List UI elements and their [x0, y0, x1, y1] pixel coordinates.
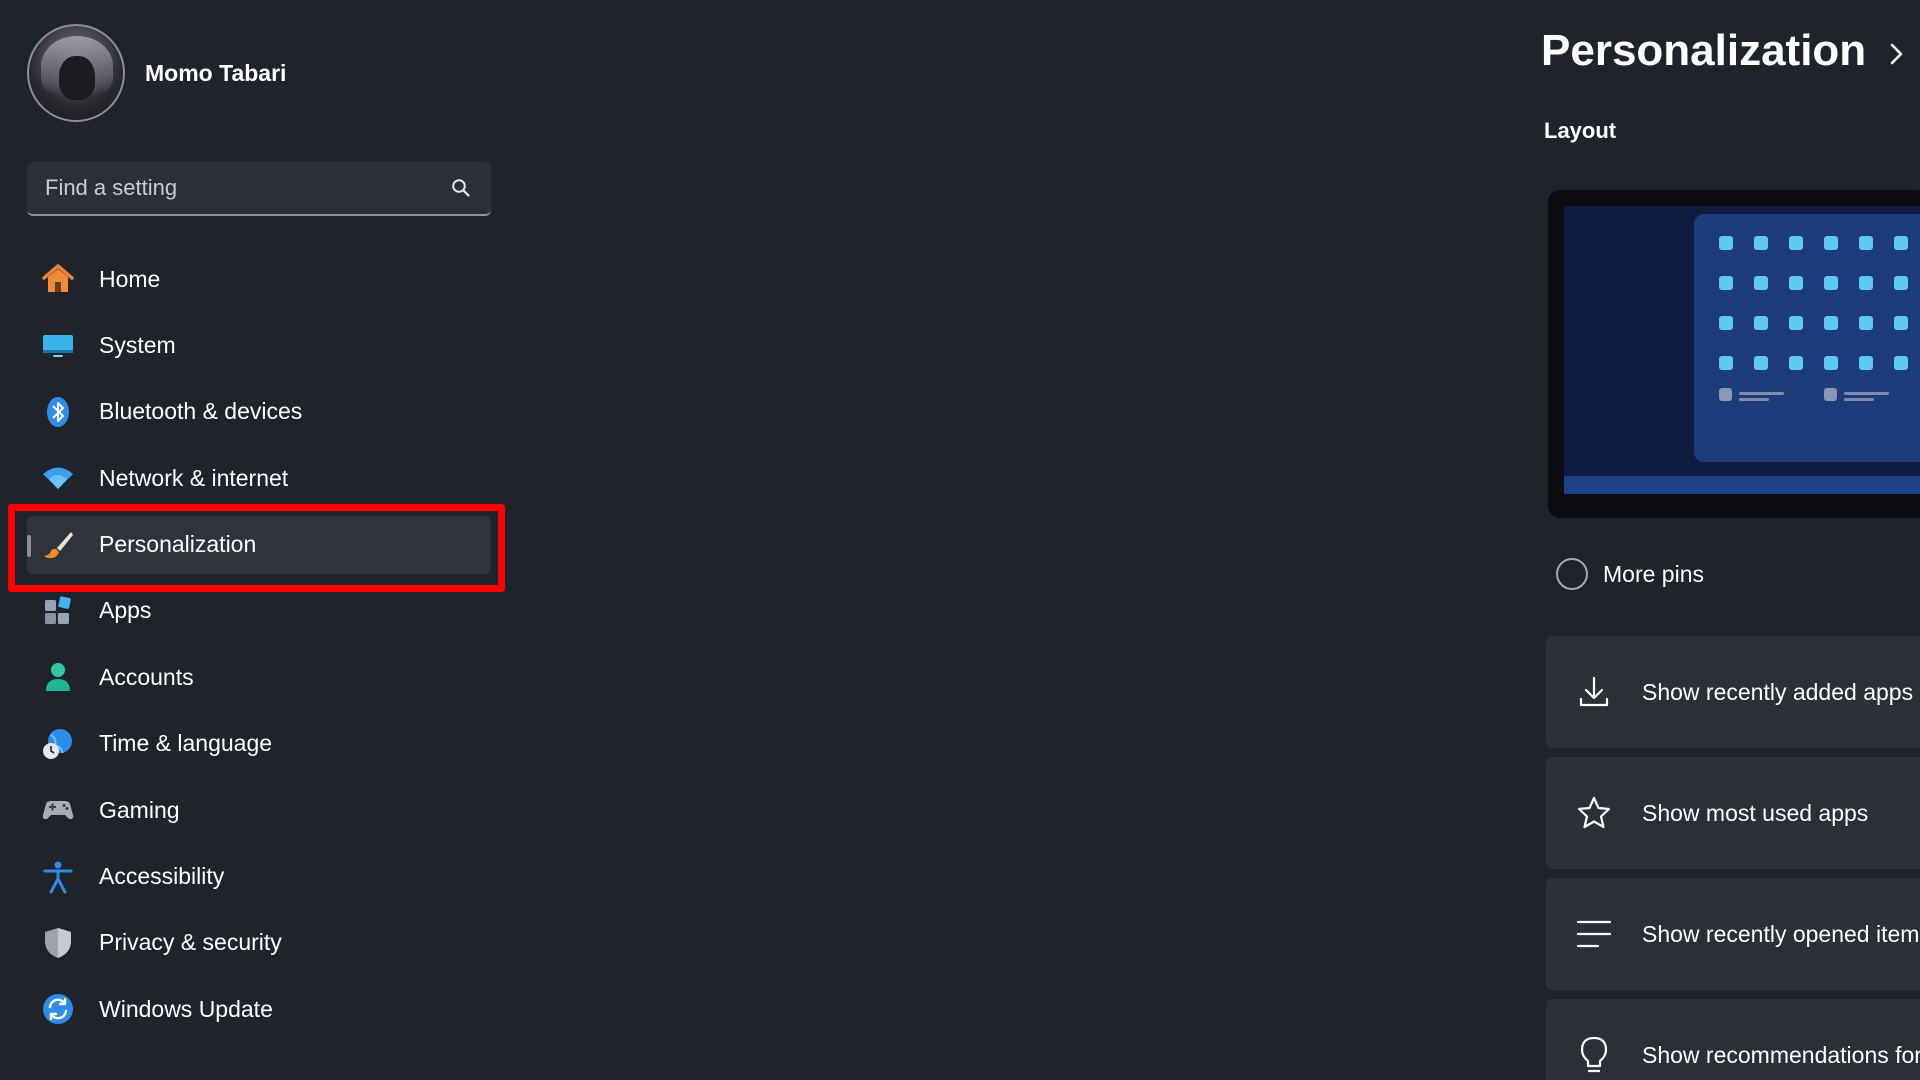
- preview-start-menu: [1694, 214, 1920, 462]
- globe-clock-icon: [41, 727, 75, 761]
- gamepad-icon: [41, 793, 75, 827]
- lightbulb-icon: [1574, 1035, 1614, 1075]
- sidebar-item-label: Personalization: [99, 531, 257, 558]
- sidebar-item-windows-update[interactable]: Windows Update: [27, 980, 491, 1038]
- sidebar-item-label: Accessibility: [99, 863, 225, 890]
- star-icon: [1574, 793, 1614, 833]
- download-icon: [1574, 672, 1614, 712]
- list-icon: [1574, 914, 1614, 954]
- search-box[interactable]: Find a setting: [27, 162, 491, 216]
- sidebar-nav: Home System Bluetooth & devices Network …: [27, 250, 491, 1047]
- preview-pin: [1859, 316, 1873, 330]
- preview-pin: [1719, 356, 1733, 370]
- home-icon: [41, 262, 75, 296]
- preview-recommended-line: [1844, 398, 1874, 401]
- sidebar-item-label: Accounts: [99, 663, 194, 690]
- preview-pin: [1859, 356, 1873, 370]
- apps-icon: [41, 594, 75, 628]
- search-input[interactable]: Find a setting: [45, 175, 177, 201]
- sidebar-item-label: Time & language: [99, 730, 273, 757]
- preview-pin: [1789, 236, 1803, 250]
- layout-option-more-pins[interactable]: More pins: [1556, 558, 1704, 590]
- radio-button[interactable]: [1556, 558, 1588, 590]
- sidebar-item-bluetooth[interactable]: Bluetooth & devices: [27, 383, 491, 441]
- sidebar-item-apps[interactable]: Apps: [27, 582, 491, 640]
- sidebar-item-label: Windows Update: [99, 995, 273, 1022]
- sidebar-item-system[interactable]: System: [27, 316, 491, 374]
- shield-icon: [41, 926, 75, 960]
- bluetooth-icon: [41, 395, 75, 429]
- setting-recently-added-apps[interactable]: Show recently added apps: [1546, 636, 1920, 748]
- preview-pin: [1754, 316, 1768, 330]
- page-title: Personalization: [1541, 26, 1867, 75]
- sidebar-item-privacy-security[interactable]: Privacy & security: [27, 914, 491, 972]
- update-icon: [41, 992, 75, 1026]
- sidebar-item-home[interactable]: Home: [27, 250, 491, 308]
- preview-pin: [1719, 276, 1733, 290]
- preview-pin: [1894, 236, 1908, 250]
- sidebar-item-label: Privacy & security: [99, 929, 282, 956]
- preview-pin: [1894, 316, 1908, 330]
- preview-recommended-item: [1719, 388, 1732, 401]
- preview-desktop: [1564, 206, 1920, 494]
- chevron-right-icon: [1888, 40, 1906, 73]
- preview-pin: [1894, 356, 1908, 370]
- sidebar-item-label: Home: [99, 265, 161, 292]
- preview-pin: [1719, 236, 1733, 250]
- preview-pin: [1754, 276, 1768, 290]
- settings-window: Momo Tabari Find a setting Home System B…: [0, 0, 1920, 1080]
- preview-pin: [1754, 236, 1768, 250]
- sidebar-item-label: Network & internet: [99, 464, 289, 491]
- avatar[interactable]: [27, 24, 125, 122]
- layout-preview[interactable]: [1548, 190, 1920, 518]
- accessibility-icon: [41, 860, 75, 894]
- sidebar-item-label: Apps: [99, 597, 152, 624]
- preview-pin: [1789, 356, 1803, 370]
- preview-pin: [1859, 236, 1873, 250]
- sidebar-item-label: Bluetooth & devices: [99, 398, 303, 425]
- sidebar-item-personalization[interactable]: Personalization: [27, 515, 491, 574]
- radio-label: More pins: [1603, 560, 1704, 587]
- preview-pin: [1824, 356, 1838, 370]
- preview-recommended-line: [1739, 398, 1769, 401]
- preview-recommended-item: [1824, 388, 1837, 401]
- preview-pin: [1859, 276, 1873, 290]
- section-heading-layout: Layout: [1544, 118, 1617, 143]
- sidebar-item-label: Gaming: [99, 796, 180, 823]
- search-icon[interactable]: [451, 178, 471, 198]
- paintbrush-icon: [41, 528, 75, 562]
- user-profile[interactable]: Momo Tabari: [27, 24, 286, 122]
- preview-pin: [1789, 276, 1803, 290]
- preview-taskbar: [1564, 476, 1920, 494]
- preview-pin: [1789, 316, 1803, 330]
- setting-label: Show most used apps: [1642, 799, 1869, 826]
- setting-label: Show recently added apps: [1642, 678, 1914, 705]
- setting-label: Show recommendations for: [1642, 1041, 1920, 1068]
- system-icon: [41, 328, 75, 362]
- preview-pin: [1824, 276, 1838, 290]
- profile-name: Momo Tabari: [145, 59, 287, 86]
- preview-pin: [1894, 276, 1908, 290]
- preview-recommended-line: [1739, 392, 1784, 395]
- preview-recommended-line: [1844, 392, 1889, 395]
- avatar-face: [59, 56, 95, 100]
- sidebar-item-label: System: [99, 331, 176, 358]
- setting-label: Show recently opened items: [1642, 920, 1920, 947]
- sidebar-item-accounts[interactable]: Accounts: [27, 648, 491, 706]
- preview-pin: [1824, 236, 1838, 250]
- selection-indicator: [27, 534, 31, 557]
- sidebar-item-time-language[interactable]: Time & language: [27, 715, 491, 773]
- sidebar-item-gaming[interactable]: Gaming: [27, 781, 491, 839]
- wifi-icon: [41, 461, 75, 495]
- preview-pin: [1719, 316, 1733, 330]
- setting-most-used-apps[interactable]: Show most used apps: [1546, 757, 1920, 869]
- preview-pin: [1754, 356, 1768, 370]
- setting-recommendations[interactable]: Show recommendations for: [1546, 999, 1920, 1080]
- preview-pin: [1824, 316, 1838, 330]
- sidebar-item-accessibility[interactable]: Accessibility: [27, 848, 491, 906]
- sidebar-item-network[interactable]: Network & internet: [27, 449, 491, 507]
- setting-recently-opened-items[interactable]: Show recently opened items: [1546, 878, 1920, 990]
- person-icon: [41, 660, 75, 694]
